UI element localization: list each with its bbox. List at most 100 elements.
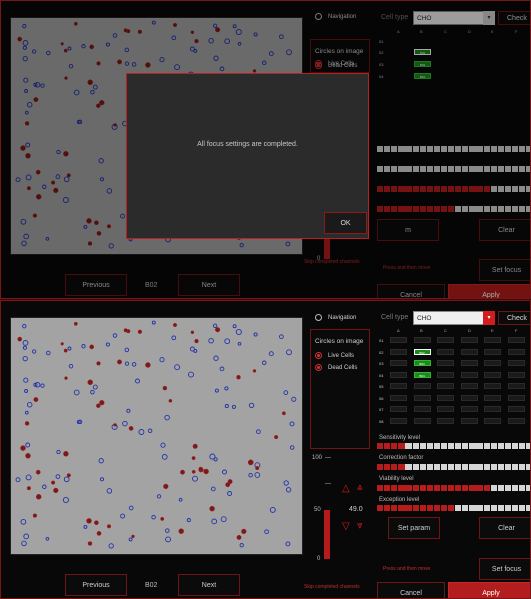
level-segment <box>412 443 419 449</box>
bottom-screen: Navigation Circles on image Live Cells D… <box>0 300 531 599</box>
col-header: F <box>515 328 518 333</box>
dead-cell-marker <box>215 327 221 333</box>
well[interactable] <box>437 394 454 401</box>
level-segment <box>391 505 398 511</box>
ok-button[interactable]: OK <box>324 212 367 234</box>
level-segment <box>519 505 526 511</box>
well[interactable] <box>460 360 478 366</box>
well[interactable] <box>437 417 454 424</box>
dead-cell-marker <box>160 516 165 521</box>
set-focus-button[interactable]: Set focus <box>479 558 530 580</box>
dead-cells-option[interactable]: Dead Cells <box>315 364 357 371</box>
well-b02[interactable]: B02 <box>413 348 431 355</box>
well[interactable] <box>413 383 431 389</box>
well[interactable] <box>413 337 431 343</box>
well[interactable] <box>390 417 407 424</box>
sensitivity-label: Sensitivity level <box>379 435 421 441</box>
level-segment <box>398 485 405 491</box>
well[interactable] <box>507 406 525 412</box>
well[interactable] <box>437 337 454 343</box>
live-cells-radio-icon[interactable] <box>315 352 322 359</box>
col-header: D <box>468 328 471 333</box>
decrease-large-icon[interactable]: ⩔ <box>357 520 363 531</box>
next-button[interactable]: Next <box>178 574 240 596</box>
well[interactable] <box>484 371 501 378</box>
col-header: A <box>397 328 400 333</box>
well[interactable] <box>484 348 501 355</box>
check-button[interactable]: Check <box>498 311 530 325</box>
well[interactable] <box>484 337 501 343</box>
well[interactable] <box>390 383 407 389</box>
level-segment <box>462 485 469 491</box>
well[interactable] <box>507 337 525 343</box>
well[interactable] <box>507 383 525 389</box>
navigation-radio-icon[interactable] <box>315 314 322 321</box>
well[interactable] <box>460 348 478 355</box>
well[interactable] <box>437 348 454 355</box>
well-b03[interactable]: B03 <box>413 360 431 366</box>
dead-cell-marker <box>63 451 69 457</box>
well[interactable] <box>484 360 501 366</box>
well[interactable] <box>413 406 431 412</box>
clear-button[interactable]: Clear <box>479 517 530 539</box>
live-cells-option[interactable]: Live Cells <box>315 352 354 359</box>
row-header: 06 <box>379 395 384 401</box>
well[interactable] <box>460 337 478 343</box>
well[interactable] <box>390 394 407 401</box>
dead-cell-marker <box>162 385 168 391</box>
cancel-button[interactable]: Cancel <box>377 582 445 598</box>
apply-button[interactable]: Apply <box>448 582 530 598</box>
well[interactable] <box>484 394 501 401</box>
dead-cell-marker <box>96 361 101 366</box>
threshold-bar[interactable] <box>324 510 330 559</box>
well[interactable] <box>460 406 478 412</box>
previous-button[interactable]: Previous <box>65 574 127 596</box>
well-b04[interactable]: B04 <box>413 371 431 378</box>
dead-cells-radio-icon[interactable] <box>315 364 322 371</box>
exception-level-bar[interactable] <box>377 505 530 511</box>
well[interactable] <box>484 383 501 389</box>
navigation-option[interactable]: Navigation <box>315 314 356 321</box>
level-segment <box>519 485 526 491</box>
well[interactable] <box>484 417 501 424</box>
well[interactable] <box>507 348 525 355</box>
level-segment <box>433 443 441 449</box>
well[interactable] <box>413 417 431 424</box>
decrease-small-icon[interactable]: ▽ <box>342 521 350 532</box>
dead-cell-marker <box>35 494 42 500</box>
well[interactable] <box>460 371 478 378</box>
well[interactable] <box>390 337 407 343</box>
level-segment <box>384 464 391 470</box>
sensitivity-level-bar[interactable] <box>377 443 530 449</box>
level-segment <box>497 443 504 449</box>
well[interactable] <box>390 406 407 412</box>
well[interactable] <box>413 394 431 401</box>
dead-cell-marker <box>73 321 78 326</box>
well[interactable] <box>507 394 525 401</box>
level-segment <box>391 485 398 491</box>
well[interactable] <box>460 383 478 389</box>
viability-level-bar[interactable] <box>377 485 530 491</box>
well[interactable] <box>460 394 478 401</box>
well[interactable] <box>437 406 454 412</box>
well[interactable] <box>507 360 525 366</box>
well[interactable] <box>390 360 407 366</box>
well[interactable] <box>507 417 525 424</box>
chevron-down-icon[interactable]: ▾ <box>483 311 495 325</box>
well[interactable] <box>390 348 407 355</box>
well[interactable] <box>507 371 525 378</box>
increase-small-icon[interactable]: △ <box>342 483 350 494</box>
correction-factor-bar[interactable] <box>377 464 530 470</box>
well[interactable] <box>390 371 407 378</box>
well[interactable] <box>437 371 454 378</box>
level-segment <box>483 443 490 449</box>
set-param-button[interactable]: Set param <box>388 517 440 539</box>
level-segment <box>511 443 519 449</box>
well[interactable] <box>437 383 454 389</box>
increase-large-icon[interactable]: ⩓ <box>357 482 363 493</box>
dead-cell-marker <box>113 423 117 427</box>
well[interactable] <box>460 417 478 424</box>
level-segment <box>476 464 483 470</box>
well[interactable] <box>437 360 454 366</box>
well[interactable] <box>484 406 501 412</box>
